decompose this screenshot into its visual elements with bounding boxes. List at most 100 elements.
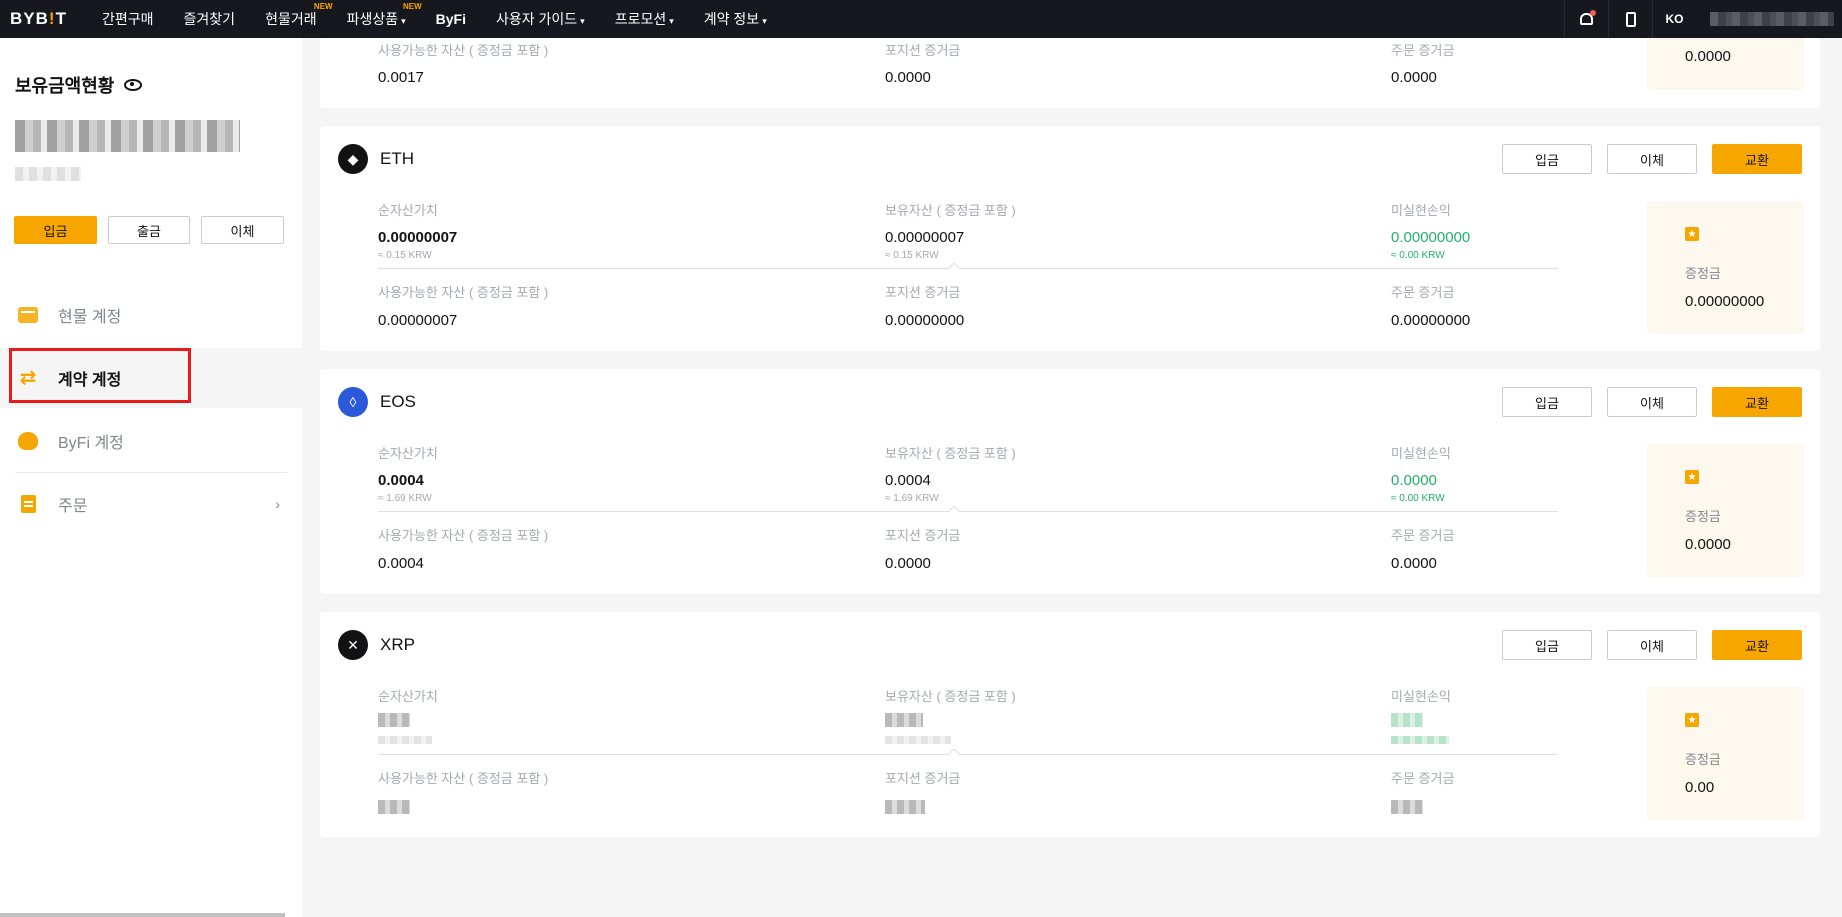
position-margin-value: 0.0000 <box>885 69 931 86</box>
equity-label: 순자산가치 <box>378 446 438 461</box>
order-margin-label: 주문 증거금 <box>1391 43 1455 58</box>
eth-coin-icon: ◆ <box>338 144 368 174</box>
divider <box>378 511 1558 512</box>
swap-button[interactable]: 교환 <box>1712 630 1802 660</box>
bonus-star-icon: ★ <box>1685 227 1699 241</box>
sidebar-transfer-button[interactable]: 이체 <box>201 216 284 244</box>
caret-down-icon: ▾ <box>762 16 767 26</box>
divider-notch <box>948 748 960 760</box>
bybit-logo[interactable]: BYB!T <box>10 9 102 29</box>
unrealized-pnl-krw: ≈ 0.00 KRW <box>1391 250 1445 261</box>
swap-button[interactable]: 교환 <box>1712 144 1802 174</box>
new-badge: NEW <box>402 2 422 11</box>
chevron-right-icon: › <box>275 496 280 512</box>
wallet-balance-value: 0.0004 <box>885 472 931 489</box>
sidebar-item-byfi-account[interactable]: ByFi 계정 <box>0 411 302 471</box>
wallet-balance-krw: ≈ 1.69 KRW <box>885 493 939 504</box>
equity-value: 0.00000007 <box>378 229 458 246</box>
sidebar-deposit-button[interactable]: 입금 <box>14 216 97 244</box>
divider-notch <box>948 505 960 517</box>
caret-down-icon: ▾ <box>401 16 406 26</box>
bonus-value: 0.00 <box>1685 779 1715 796</box>
balance-fiat-redacted <box>15 167 81 181</box>
bonus-value: 0.0000 <box>1685 48 1731 65</box>
equity-label: 순자산가치 <box>378 689 438 704</box>
nav-promotions[interactable]: 프로모션 ▾ <box>615 9 674 29</box>
unrealized-pnl-redacted <box>1391 713 1423 727</box>
position-margin-redacted <box>885 800 925 814</box>
sidebar: 보유금액현황 입금 출금 이체 현물 계정 ⇄ 계약 계정 ByFi 계정 주문… <box>0 38 302 917</box>
order-margin-value: 0.0000 <box>1391 555 1437 572</box>
sidebar-withdraw-button[interactable]: 출금 <box>108 216 190 244</box>
divider <box>378 754 1558 755</box>
nav-derivatives[interactable]: 파생상품 ▾ NEW <box>347 2 422 29</box>
asset-card-eth: ◆ ETH 입금 이체 교환 순자산가치 0.00000007 ≈ 0.15 K… <box>320 126 1820 351</box>
transfer-button[interactable]: 이체 <box>1607 387 1697 417</box>
coin-name: XRP <box>380 635 415 654</box>
deposit-button[interactable]: 입금 <box>1502 630 1592 660</box>
available-label: 사용가능한 자산 ( 증정금 포함 ) <box>378 43 549 58</box>
unrealized-pnl-krw: ≈ 0.00 KRW <box>1391 493 1445 504</box>
sidebar-item-spot-account[interactable]: 현물 계정 <box>0 285 302 345</box>
available-value: 0.0017 <box>378 69 424 86</box>
nav-quick-buy[interactable]: 간편구매 <box>102 9 154 29</box>
language-selector[interactable]: KO <box>1652 0 1696 38</box>
wallet-balance-label: 보유자산 ( 증정금 포함 ) <box>885 446 1016 461</box>
transfer-button[interactable]: 이체 <box>1607 630 1697 660</box>
highlight-annotation <box>9 348 191 403</box>
unrealized-pnl-label: 미실현손익 <box>1391 446 1451 461</box>
deposit-button[interactable]: 입금 <box>1502 144 1592 174</box>
coin-name: EOS <box>380 392 416 411</box>
nav-contract-info[interactable]: 계약 정보 ▾ <box>704 9 767 29</box>
asset-card-eos: ◊ EOS 입금 이체 교환 순자산가치 0.0004 ≈ 1.69 KRW 보… <box>320 369 1820 594</box>
bonus-value: 0.00000000 <box>1685 293 1765 310</box>
top-nav: BYB!T 간편구매 즐겨찾기 현물거래 NEW 파생상품 ▾ NEW ByFi 사용… <box>0 0 1842 38</box>
deposit-button[interactable]: 입금 <box>1502 387 1592 417</box>
sidebar-item-orders[interactable]: 주문 › <box>0 474 302 534</box>
available-value: 0.0004 <box>378 555 424 572</box>
bonus-value: 0.0000 <box>1685 536 1731 553</box>
piggy-bank-icon <box>18 431 38 451</box>
caret-down-icon: ▾ <box>580 16 585 26</box>
bonus-star-icon: ★ <box>1685 713 1699 727</box>
position-margin-label: 포지션 증거금 <box>885 771 961 786</box>
nav-spot[interactable]: 현물거래 NEW <box>265 2 333 29</box>
position-margin-value: 0.00000000 <box>885 312 965 329</box>
wallet-balance-label: 보유자산 ( 증정금 포함 ) <box>885 203 1016 218</box>
swap-button[interactable]: 교환 <box>1712 387 1802 417</box>
pnl-krw-redacted <box>1391 736 1449 744</box>
wallet-balance-label: 보유자산 ( 증정금 포함 ) <box>885 689 1016 704</box>
mobile-app-icon[interactable] <box>1608 0 1652 38</box>
eye-icon[interactable] <box>124 79 143 91</box>
eos-coin-icon: ◊ <box>338 387 368 417</box>
nav-byfi[interactable]: ByFi <box>436 11 466 27</box>
unrealized-pnl-value: 0.0000 <box>1391 472 1437 489</box>
bonus-box: ★ 증정금 0.0000 <box>1647 444 1804 577</box>
user-account-redacted[interactable] <box>1710 12 1834 26</box>
wallet-balance-redacted <box>885 713 923 727</box>
bonus-label: 증정금 <box>1685 509 1721 524</box>
order-margin-value: 0.0000 <box>1391 69 1437 86</box>
order-margin-label: 주문 증거금 <box>1391 771 1455 786</box>
order-margin-value: 0.00000000 <box>1391 312 1471 329</box>
available-label: 사용가능한 자산 ( 증정금 포함 ) <box>378 771 549 786</box>
equity-value: 0.0004 <box>378 472 424 489</box>
transfer-button[interactable]: 이체 <box>1607 144 1697 174</box>
bonus-label: 증정금 <box>1685 266 1721 281</box>
available-redacted <box>378 800 410 814</box>
available-label: 사용가능한 자산 ( 증정금 포함 ) <box>378 528 549 543</box>
asset-card-partial: 사용가능한 자산 ( 증정금 포함 ) 0.0017 포지션 증거금 0.000… <box>320 38 1820 108</box>
unrealized-pnl-label: 미실현손익 <box>1391 203 1451 218</box>
total-balance-redacted <box>15 120 240 152</box>
bonus-box: 0.0000 <box>1647 38 1804 90</box>
equity-krw-redacted <box>378 736 432 744</box>
assets-overview-title: 보유금액현황 <box>15 72 143 98</box>
notification-bell-icon[interactable] <box>1564 0 1608 38</box>
clipboard-icon <box>18 494 38 514</box>
wallet-icon <box>18 305 38 325</box>
horizontal-scrollbar[interactable] <box>0 913 285 917</box>
bonus-box: ★ 증정금 0.00000000 <box>1647 201 1804 334</box>
nav-user-guide[interactable]: 사용자 가이드 ▾ <box>496 9 585 29</box>
nav-favorites[interactable]: 즐겨찾기 <box>184 9 236 29</box>
unrealized-pnl-label: 미실현손익 <box>1391 689 1451 704</box>
